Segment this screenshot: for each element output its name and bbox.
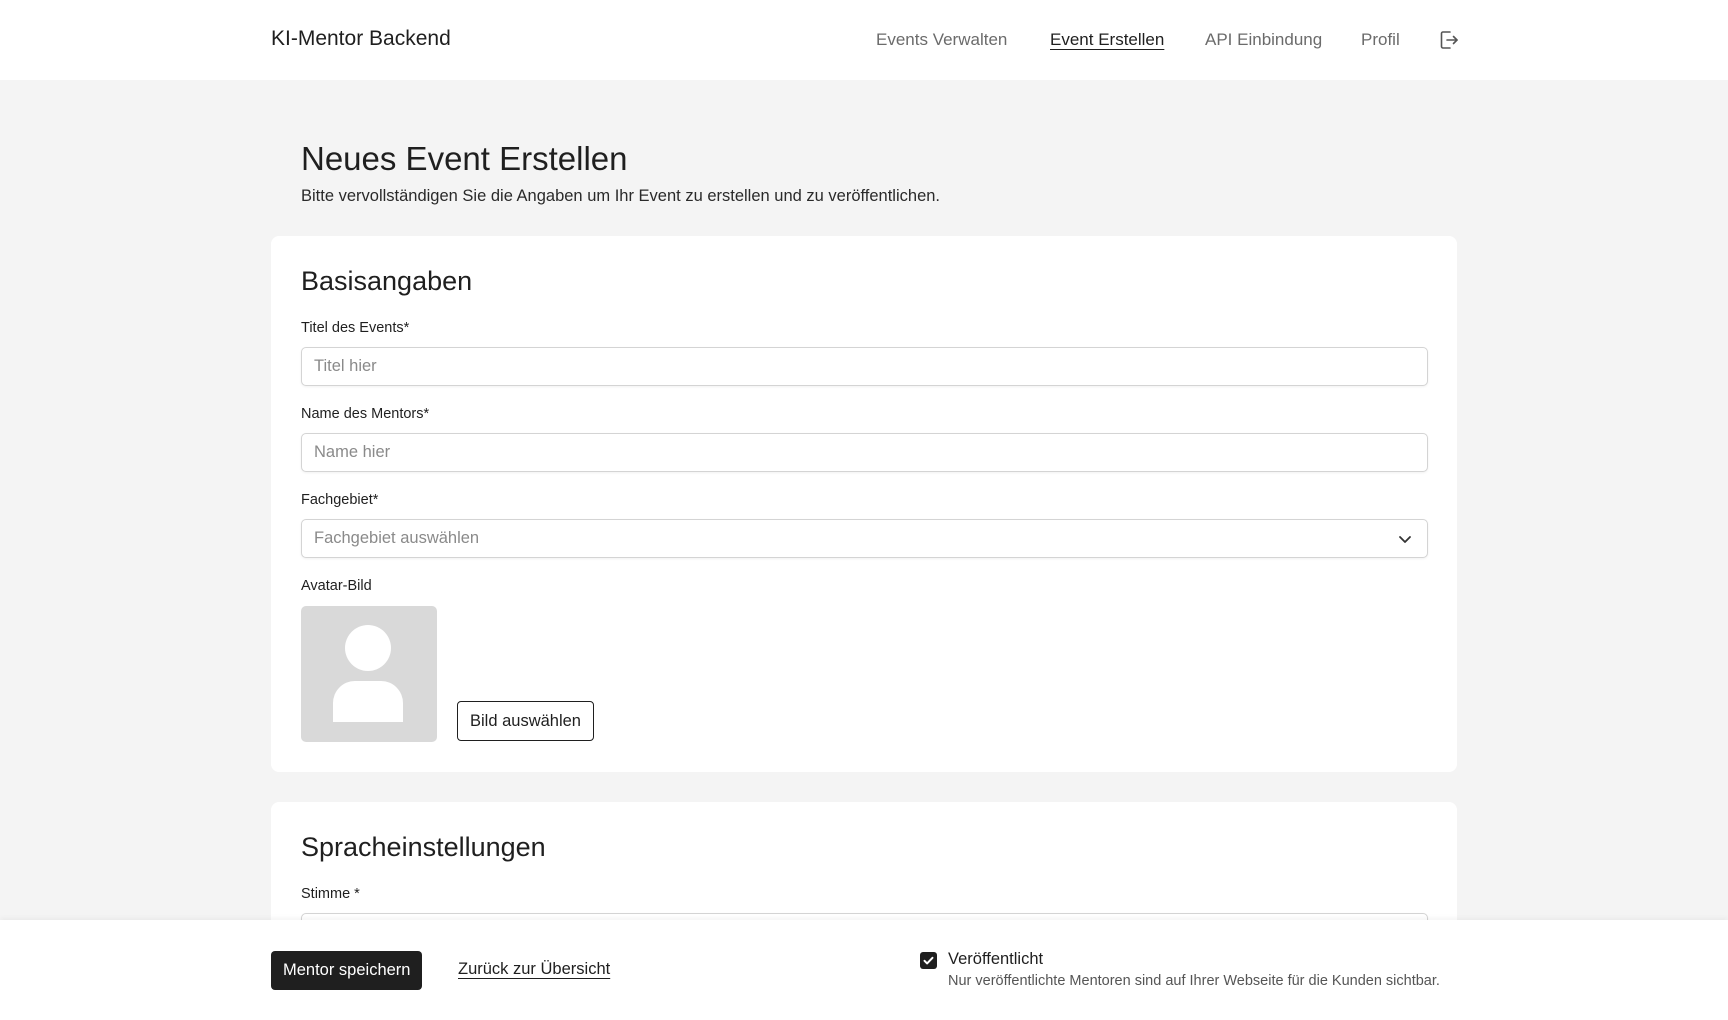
fachgebiet-label: Fachgebiet* [301, 492, 379, 508]
page-subtitle: Bitte vervollständigen Sie die Angaben u… [301, 187, 941, 205]
nav-event-erstellen[interactable]: Event Erstellen [1050, 30, 1164, 50]
event-title-field [301, 347, 1428, 386]
nav-api-einbindung[interactable]: API Einbindung [1205, 30, 1322, 50]
action-footer: Mentor speichern Zurück zur Übersicht Ve… [0, 920, 1728, 1020]
mentor-name-field [301, 433, 1428, 472]
top-navigation-bar: KI-Mentor Backend Events Verwalten Event… [0, 0, 1728, 80]
nav-profil[interactable]: Profil [1361, 30, 1400, 50]
checkmark-icon [923, 956, 934, 965]
app-brand[interactable]: KI-Mentor Backend [271, 27, 451, 51]
logout-icon[interactable] [1438, 29, 1460, 51]
published-hint: Nur veröffentlichte Mentoren sind auf Ih… [948, 973, 1440, 989]
published-checkbox[interactable] [920, 952, 937, 969]
event-title-input[interactable] [302, 348, 1427, 385]
mentor-name-label: Name des Mentors* [301, 406, 430, 422]
page-title: Neues Event Erstellen [301, 140, 628, 177]
spracheinstellungen-title: Spracheinstellungen [301, 832, 546, 862]
basisangaben-card: Basisangaben Titel des Events* Name des … [271, 236, 1457, 772]
avatar-label: Avatar-Bild [301, 578, 372, 594]
event-title-label: Titel des Events* [301, 320, 410, 336]
fachgebiet-select[interactable]: Fachgebiet auswählen [301, 519, 1428, 558]
mentor-name-input[interactable] [302, 434, 1427, 471]
user-placeholder-icon [333, 625, 403, 722]
save-mentor-button[interactable]: Mentor speichern [271, 951, 423, 990]
basisangaben-title: Basisangaben [301, 266, 473, 296]
voice-label: Stimme * [301, 886, 360, 902]
select-image-button[interactable]: Bild auswählen [457, 701, 594, 741]
nav-events-verwalten[interactable]: Events Verwalten [876, 30, 1007, 50]
chevron-down-icon [1397, 531, 1413, 547]
published-label: Veröffentlicht [948, 950, 1044, 968]
fachgebiet-placeholder: Fachgebiet auswählen [314, 529, 480, 547]
back-to-overview-link[interactable]: Zurück zur Übersicht [458, 960, 610, 979]
avatar-preview [301, 606, 437, 742]
